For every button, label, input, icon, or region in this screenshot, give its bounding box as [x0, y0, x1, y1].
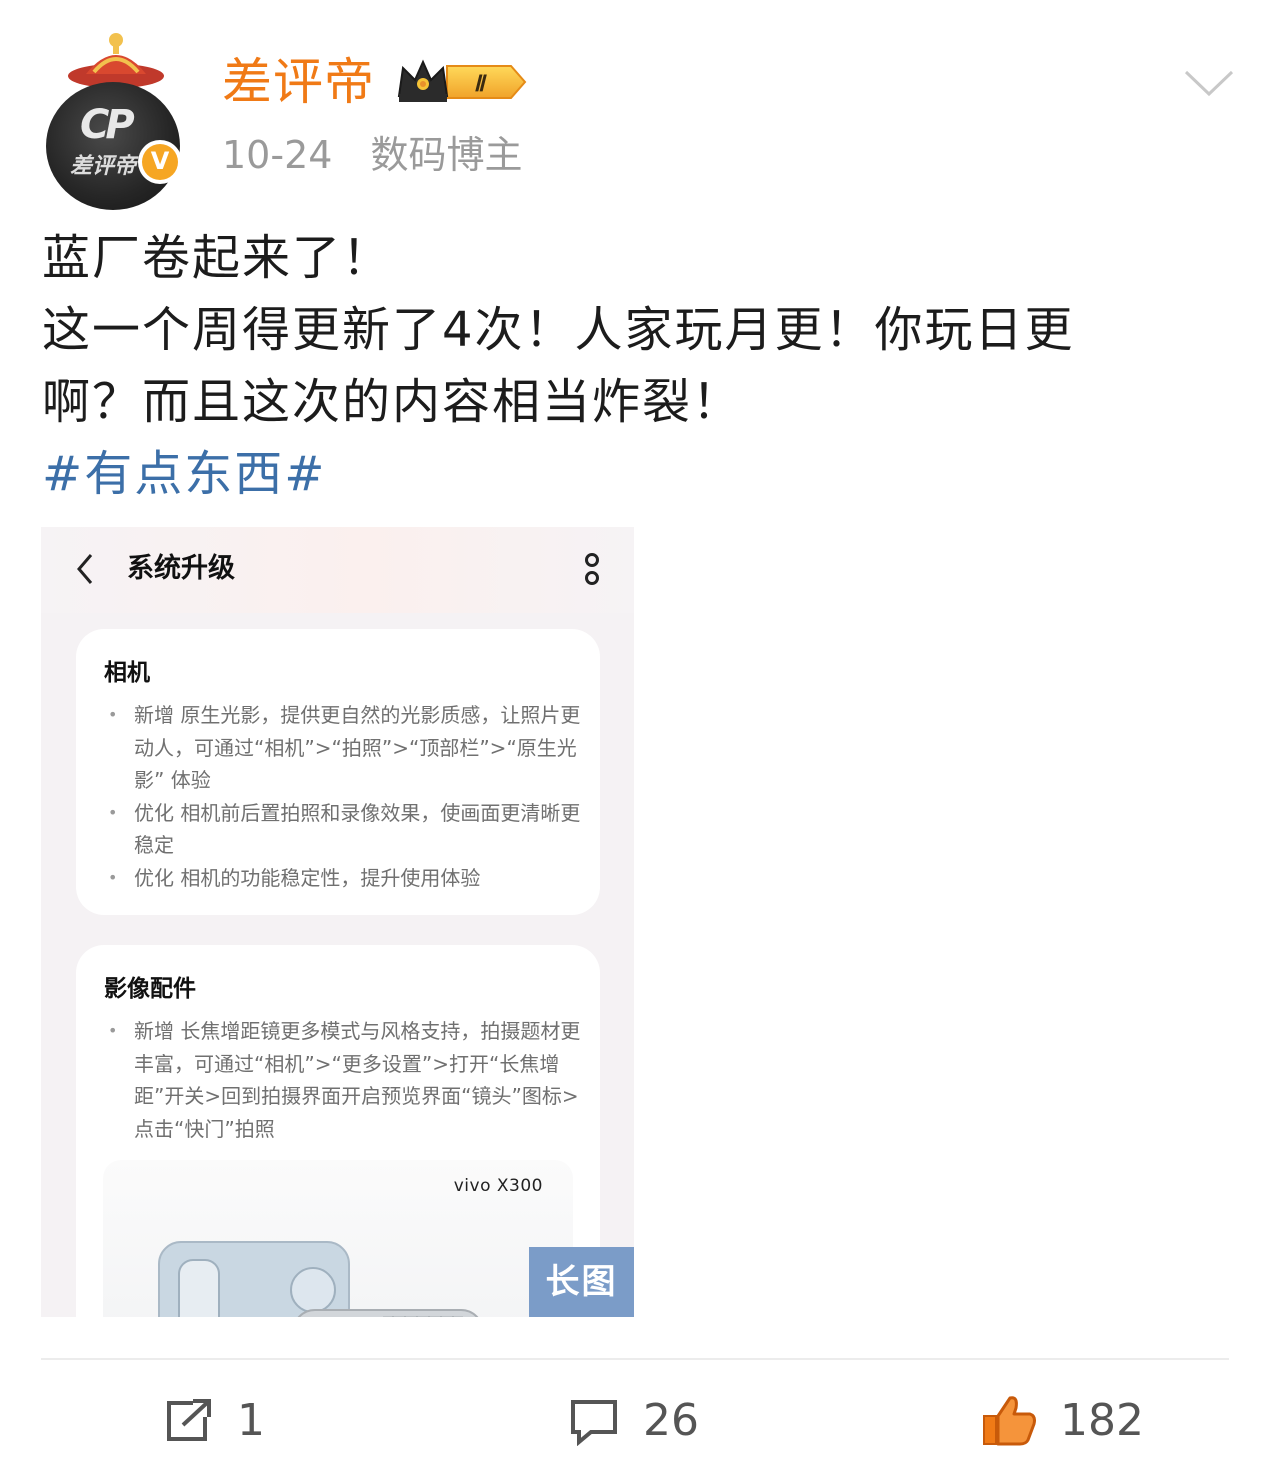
bullet-item: 优化 相机前后置拍照和录像效果，使画面更清晰更稳定	[104, 797, 584, 862]
post-source: 数码博主	[370, 133, 523, 177]
hashtag-link[interactable]: #有点东西#	[42, 438, 1222, 510]
post-meta: 10-24 数码博主	[222, 130, 523, 180]
comment-count: 26	[643, 1395, 699, 1446]
emperor-hat-icon	[68, 33, 164, 88]
avatar-logo: CP	[80, 102, 135, 148]
bullet-list: 新增 原生光影，提供更自然的光影质感，让照片更动人，可通过“相机”>“拍照”>“…	[104, 699, 584, 894]
like-button[interactable]: 182	[980, 1386, 1144, 1456]
post-text-line: 蓝厂卷起来了！	[42, 230, 393, 286]
share-icon	[167, 1399, 211, 1441]
chevron-down-icon[interactable]	[1182, 66, 1236, 100]
camera-lens-illustration	[158, 1241, 479, 1317]
card-title: 相机	[104, 660, 150, 686]
divider	[41, 1358, 1229, 1360]
post-body: 蓝厂卷起来了！ 这一个周得更新了4次！人家玩月更！你玩日更 啊？而且这次的内容相…	[42, 222, 1222, 510]
verified-badge: V	[138, 140, 182, 184]
comment-button[interactable]: 26	[567, 1386, 699, 1456]
bullet-item: 新增 长焦增距镜更多模式与风格支持，拍摄题材更丰富，可通过“相机”>“更多设置”…	[104, 1015, 584, 1145]
like-icon	[983, 1396, 1036, 1446]
screenshot-topbar: 系统升级	[41, 527, 634, 613]
card-title: 影像配件	[104, 976, 196, 1002]
bullet-list: 新增 长焦增距镜更多模式与风格支持，拍摄题材更丰富，可通过“相机”>“更多设置”…	[104, 1015, 584, 1145]
crown-icon[interactable]: Ⅱ	[395, 56, 527, 108]
verified-badge-label: V	[150, 147, 170, 175]
bullet-item: 优化 相机的功能稳定性，提升使用体验	[104, 862, 584, 895]
share-button[interactable]: 1	[163, 1386, 265, 1456]
post-time: 10-24	[222, 133, 333, 177]
author-name[interactable]: 差评帝	[222, 52, 375, 112]
comment-icon	[571, 1400, 617, 1446]
screenshot-title: 系统升级	[127, 553, 235, 584]
long-image-tag: 长图	[529, 1247, 634, 1317]
promo-brand: vivo X300	[453, 1176, 543, 1196]
update-card-accessory: 影像配件 新增 长焦增距镜更多模式与风格支持，拍摄题材更丰富，可通过“相机”>“…	[76, 945, 600, 1317]
like-count: 182	[1060, 1395, 1144, 1446]
post-text-line: 啊？而且这次的内容相当炸裂！	[42, 374, 743, 430]
update-card-camera: 相机 新增 原生光影，提供更自然的光影质感，让照片更动人，可通过“相机”>“拍照…	[76, 629, 600, 915]
share-count: 1	[237, 1395, 265, 1446]
bullet-item: 新增 原生光影，提供更自然的光影质感，让照片更动人，可通过“相机”>“拍照”>“…	[104, 699, 584, 797]
post-image[interactable]: 系统升级 相机 新增 原生光影，提供更自然的光影质感，让照片更动人，可通过“相机…	[41, 527, 634, 1317]
back-icon	[77, 554, 93, 584]
avatar-logo-text: 差评帝	[70, 154, 137, 179]
author-avatar[interactable]: CP 差评帝 V	[46, 28, 186, 210]
promo-image: vivo X300	[103, 1160, 573, 1317]
post-text-line: 这一个周得更新了4次！人家玩月更！你玩日更	[42, 302, 1075, 358]
more-icon	[585, 553, 599, 585]
